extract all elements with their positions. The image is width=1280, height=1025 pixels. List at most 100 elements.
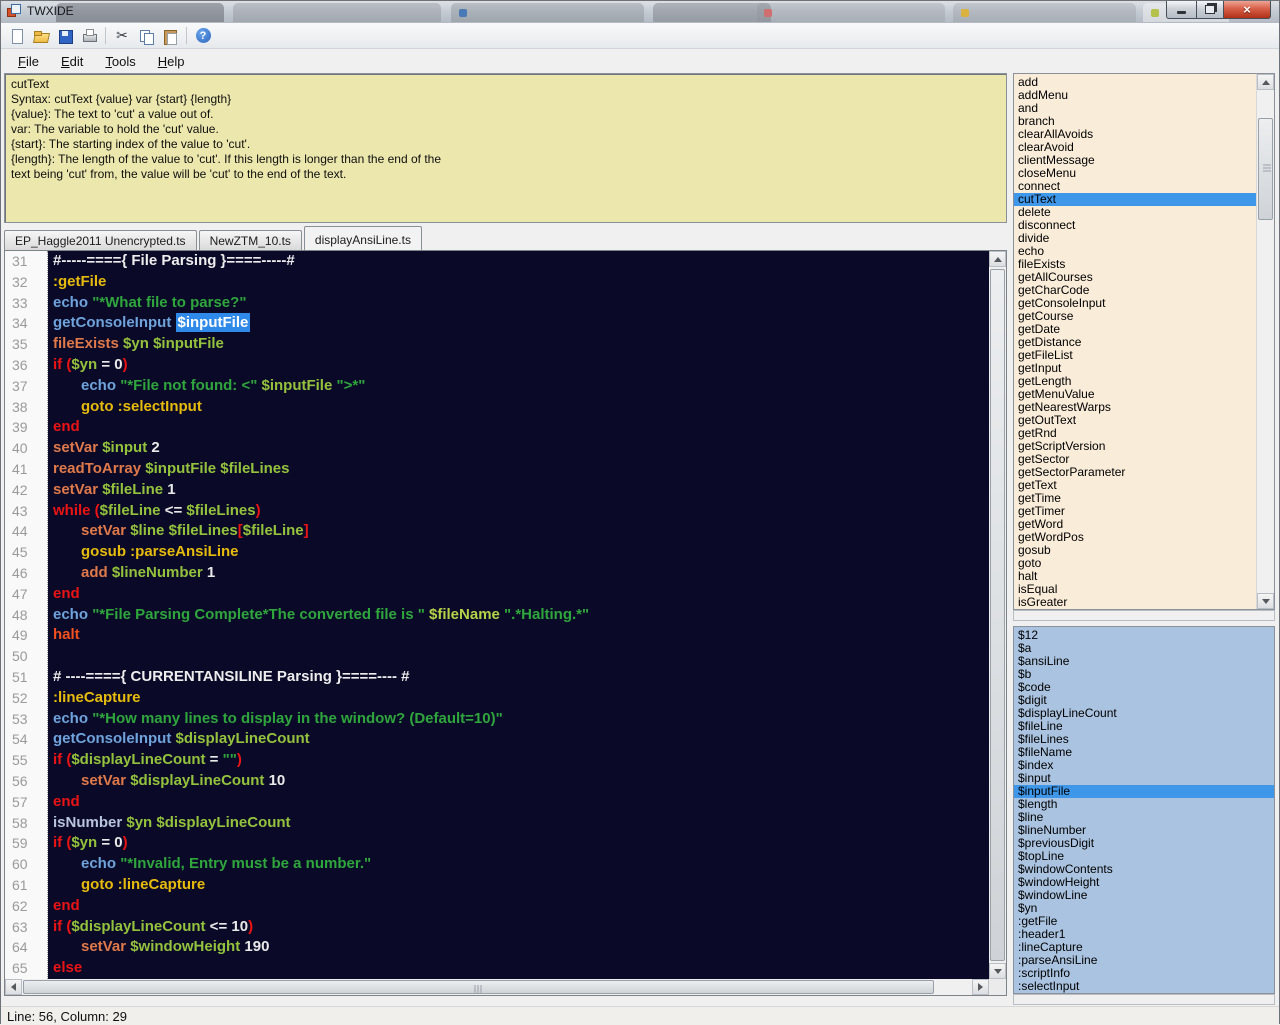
code-row: 40 setVar $input 2 bbox=[5, 438, 989, 459]
help-pane: cutText Syntax: cutText {value} var {star… bbox=[4, 73, 1007, 223]
line-number: 65 bbox=[12, 960, 28, 977]
line-number: 37 bbox=[12, 377, 28, 394]
command-item[interactable]: gosub bbox=[1014, 544, 1257, 557]
open-file-button[interactable] bbox=[29, 25, 53, 47]
code-line: while ($fileLine <= $fileLines) bbox=[47, 501, 261, 522]
scroll-down-button[interactable] bbox=[1257, 593, 1274, 609]
line-number: 63 bbox=[12, 918, 28, 935]
code-token: end bbox=[53, 584, 80, 602]
code-token: echo bbox=[53, 605, 93, 623]
commands-list: add addMenu and branch clearAllAvoids clearAv… bbox=[1014, 74, 1257, 609]
save-button[interactable] bbox=[53, 25, 77, 47]
line-number: 38 bbox=[12, 398, 28, 415]
code-row: 42 setVar $fileLine 1 bbox=[5, 480, 989, 501]
line-number: 52 bbox=[12, 689, 28, 706]
paste-button[interactable] bbox=[158, 25, 182, 47]
menu-edit[interactable]: Edit bbox=[50, 51, 94, 72]
code-row: 35 fileExists $yn $inputFile bbox=[5, 334, 989, 355]
line-number: 53 bbox=[12, 710, 28, 727]
command-item[interactable]: divide bbox=[1014, 232, 1257, 245]
command-item[interactable]: isGreater bbox=[1014, 596, 1257, 609]
variable-item[interactable]: $code bbox=[1014, 681, 1274, 694]
copy-icon bbox=[138, 28, 154, 45]
commands-horizontal-scrollbar[interactable] bbox=[1013, 610, 1275, 621]
scroll-right-button[interactable] bbox=[972, 979, 989, 995]
code-line: end bbox=[47, 584, 80, 605]
tab-EP_Haggle2011-Unencrypted-ts[interactable]: EP_Haggle2011 Unencrypted.ts bbox=[4, 230, 197, 250]
variable-item[interactable]: :selectInput bbox=[1014, 980, 1274, 993]
scroll-left-button[interactable] bbox=[5, 979, 22, 995]
command-item[interactable]: disconnect bbox=[1014, 219, 1257, 232]
code-row: 52:lineCapture bbox=[5, 688, 989, 709]
menu-tools[interactable]: Tools bbox=[94, 51, 146, 72]
code-token: echo bbox=[81, 376, 121, 394]
code-token: if ( bbox=[53, 751, 72, 769]
line-number: 55 bbox=[12, 752, 28, 769]
scroll-down-button[interactable] bbox=[989, 963, 1006, 979]
menu-file[interactable]: File bbox=[7, 51, 50, 72]
help-button[interactable]: ? bbox=[191, 25, 215, 47]
variable-item[interactable]: $length bbox=[1014, 798, 1274, 811]
editor-vertical-scrollbar[interactable] bbox=[989, 251, 1006, 979]
help-icon: ? bbox=[195, 28, 211, 43]
code-row: 56 setVar $displayLineCount 10 bbox=[5, 771, 989, 792]
cut-button[interactable]: ✂ bbox=[110, 25, 134, 47]
code-token: fileExists bbox=[53, 335, 124, 353]
code-row: 51 # ----===={ CURRENTANSILINE Parsing }=… bbox=[5, 667, 989, 688]
variables-horizontal-scrollbar[interactable] bbox=[1013, 994, 1275, 1005]
line-number: 61 bbox=[12, 876, 28, 893]
code-line: #-----===={ File Parsing }====-----# bbox=[47, 251, 295, 272]
code-token: 2 bbox=[147, 439, 160, 457]
line-number: 62 bbox=[12, 897, 28, 914]
code-token: ) bbox=[236, 751, 242, 769]
copy-button[interactable] bbox=[134, 25, 158, 47]
code-view[interactable]: 31 #-----===={ File Parsing }====-----# 32… bbox=[5, 251, 989, 979]
code-token: $yn bbox=[123, 335, 154, 353]
code-token: # ----===={ CURRENTANSILINE Parsing }===… bbox=[53, 667, 410, 685]
code-token: isNumber bbox=[53, 813, 127, 831]
code-editor[interactable]: 31 #-----===={ File Parsing }====-----# 32… bbox=[4, 250, 1007, 996]
commands-scrollbar[interactable] bbox=[1256, 74, 1274, 609]
editor-horizontal-scrollbar[interactable] bbox=[5, 979, 989, 995]
new-file-button[interactable] bbox=[5, 25, 29, 47]
code-row: 58 isNumber $yn $displayLineCount bbox=[5, 813, 989, 834]
code-row: 59 if ($yn = 0) bbox=[5, 833, 989, 854]
vertical-scroll-thumb[interactable] bbox=[990, 269, 1005, 961]
restore-button[interactable] bbox=[1196, 1, 1224, 19]
code-token: ) bbox=[255, 501, 261, 519]
arrow-left-icon bbox=[11, 983, 16, 991]
code-token: $displayLineCount bbox=[156, 813, 291, 831]
variable-item[interactable]: $ansiLine bbox=[1014, 655, 1274, 668]
minimize-button[interactable] bbox=[1166, 1, 1196, 19]
scroll-up-button[interactable] bbox=[1257, 74, 1274, 90]
close-button[interactable]: × bbox=[1224, 1, 1271, 19]
variable-item[interactable]: $b bbox=[1014, 668, 1274, 681]
command-item[interactable]: addMenu bbox=[1014, 89, 1257, 102]
code-token: setVar bbox=[53, 480, 103, 498]
tab-displayAnsiLine-ts[interactable]: displayAnsiLine.ts bbox=[303, 226, 422, 250]
variable-item[interactable]: $fileName bbox=[1014, 746, 1274, 759]
tab-NewZTM_10-ts[interactable]: NewZTM_10.ts bbox=[198, 230, 302, 250]
variable-item[interactable]: $index bbox=[1014, 759, 1274, 772]
line-number: 48 bbox=[12, 606, 28, 623]
scroll-up-button[interactable] bbox=[989, 251, 1006, 267]
code-token: goto :lineCapture bbox=[81, 875, 206, 893]
variable-item[interactable]: $windowLine bbox=[1014, 889, 1274, 902]
code-line: if ($yn = 0) bbox=[47, 355, 128, 376]
code-line: fileExists $yn $inputFile bbox=[47, 334, 224, 355]
code-token: end bbox=[53, 418, 80, 436]
code-row: 46 add $lineNumber 1 bbox=[5, 563, 989, 584]
print-button[interactable] bbox=[77, 25, 101, 47]
line-number: 54 bbox=[12, 731, 28, 748]
code-row: 39 end bbox=[5, 417, 989, 438]
code-token: ) bbox=[248, 917, 254, 935]
line-number: 58 bbox=[12, 814, 28, 831]
code-row: 31 #-----===={ File Parsing }====-----# bbox=[5, 251, 989, 272]
code-token: $yn bbox=[71, 355, 98, 373]
horizontal-scroll-thumb[interactable] bbox=[23, 980, 934, 994]
menu-help[interactable]: Help bbox=[147, 51, 196, 72]
command-item[interactable]: goto bbox=[1014, 557, 1257, 570]
vertical-scroll-thumb[interactable] bbox=[1258, 118, 1273, 220]
help-text-line: {start}: The starting index of the value… bbox=[11, 137, 251, 151]
variable-item[interactable]: $12 bbox=[1014, 629, 1274, 642]
